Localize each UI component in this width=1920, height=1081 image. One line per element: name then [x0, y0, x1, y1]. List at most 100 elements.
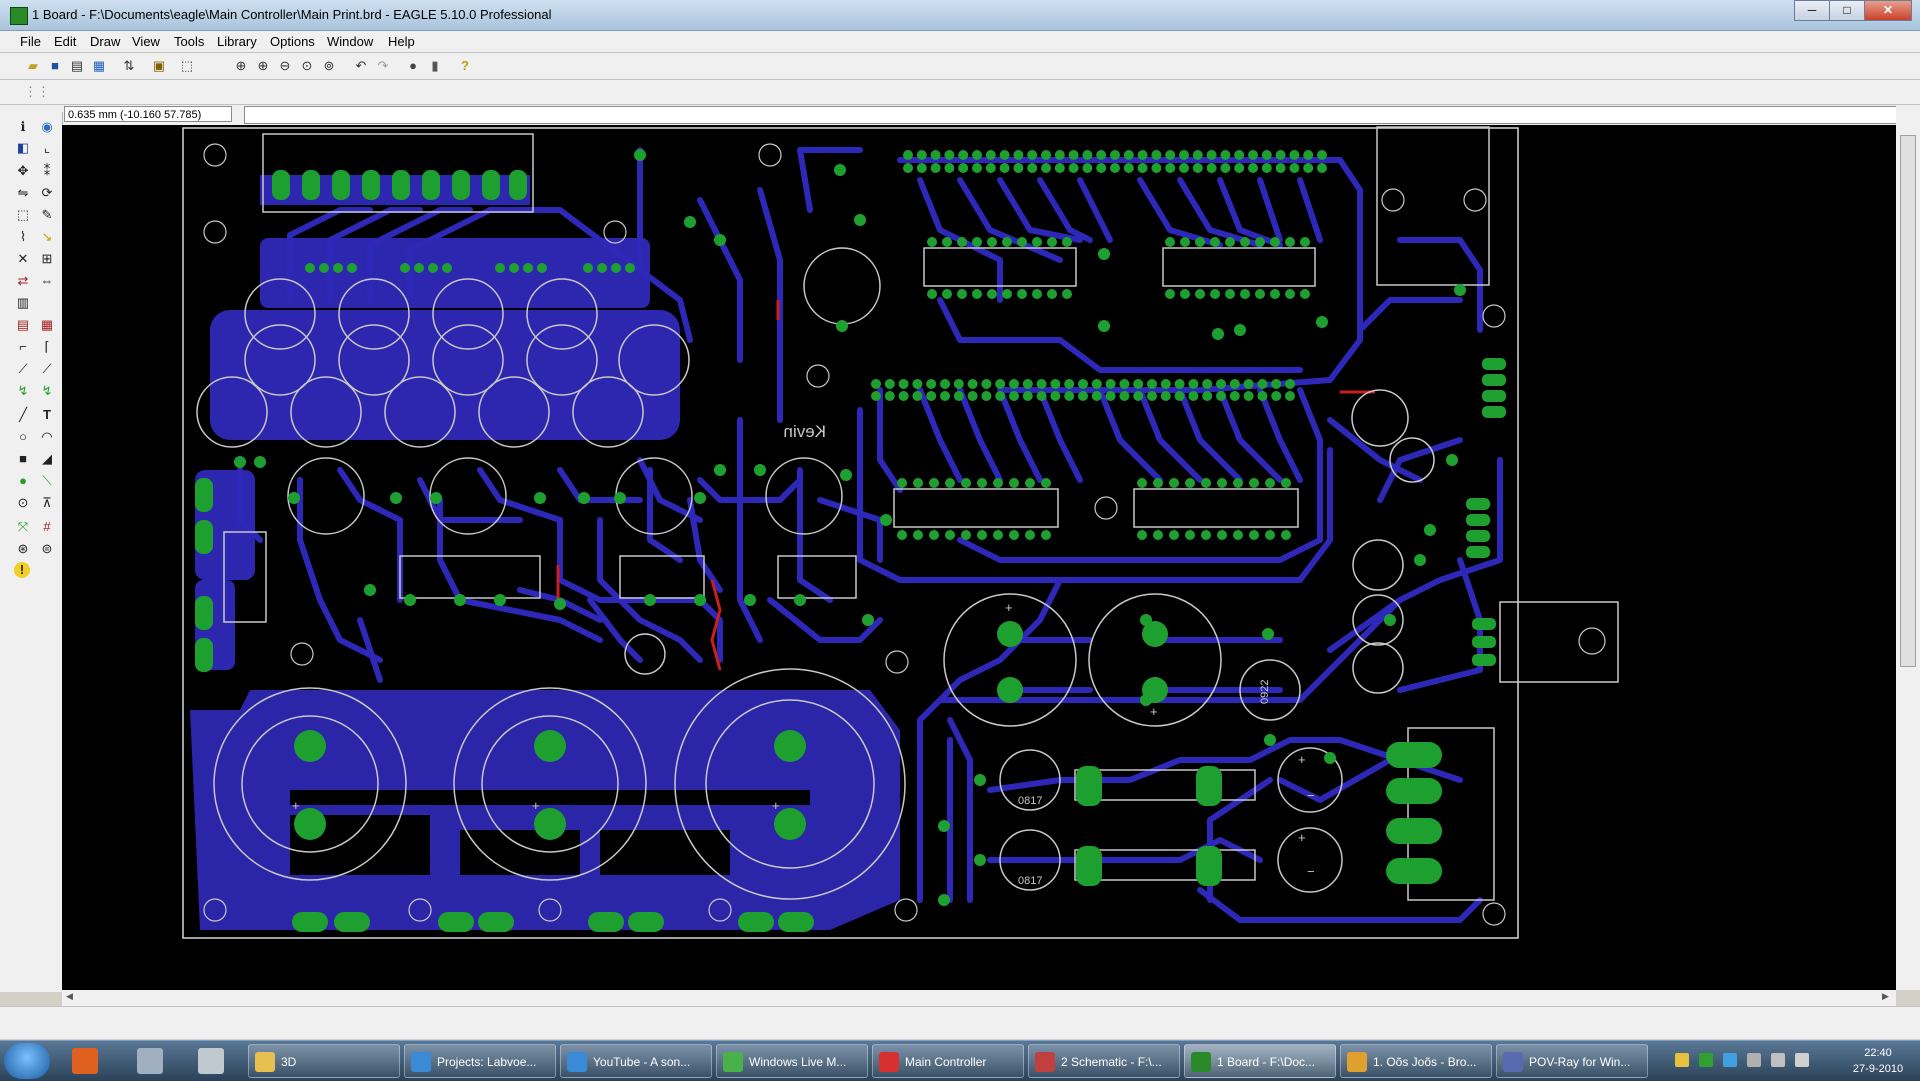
taskbar-item-schematic[interactable]: 2 Schematic - F:\...	[1028, 1044, 1180, 1078]
group-icon[interactable]: ⬚	[14, 206, 32, 224]
taskbar-item-3d[interactable]: 3D	[248, 1044, 400, 1078]
signal-icon[interactable]: ↯	[14, 382, 32, 400]
tray-usb-icon[interactable]	[1771, 1053, 1785, 1067]
go-icon[interactable]: ▮	[426, 57, 444, 75]
show-desktop-icon[interactable]	[198, 1048, 224, 1074]
show-icon[interactable]: ◉	[38, 118, 56, 136]
scroll-left-icon[interactable]: ◀	[66, 991, 73, 1002]
miter-icon[interactable]: ⌈	[38, 338, 56, 356]
taskbar-item-povray[interactable]: POV-Ray for Win...	[1496, 1044, 1648, 1078]
taskbar-item-board[interactable]: 1 Board - F:\Doc...	[1184, 1044, 1336, 1078]
menu-view[interactable]: View	[132, 34, 160, 49]
erc-icon[interactable]: ⊛	[14, 540, 32, 558]
stop-icon[interactable]: ●	[404, 57, 422, 75]
menu-options[interactable]: Options	[270, 34, 315, 49]
lock-icon[interactable]: ⇔	[38, 272, 56, 290]
menu-window[interactable]: Window	[327, 34, 373, 49]
grid-icon[interactable]: ⋮⋮	[24, 83, 50, 101]
clock[interactable]: 22:40 27-9-2010	[1843, 1045, 1913, 1077]
recycle-bin-icon[interactable]	[137, 1048, 163, 1074]
tray-volume-icon[interactable]	[1795, 1053, 1809, 1067]
ratsnest-icon[interactable]: ⤧	[14, 518, 32, 536]
zoom-in-icon[interactable]: ⊕	[254, 57, 272, 75]
command-input[interactable]	[244, 106, 1904, 124]
taskbar-item-live-messenger[interactable]: Windows Live M...	[716, 1044, 868, 1078]
value-icon[interactable]: ▦	[38, 316, 56, 334]
menu-draw[interactable]: Draw	[90, 34, 120, 49]
rect-icon[interactable]: ■	[14, 450, 32, 468]
display-icon[interactable]: ◧	[14, 139, 32, 157]
menu-tools[interactable]: Tools	[174, 34, 204, 49]
copy-icon[interactable]: ⁑	[38, 162, 56, 180]
hole-icon[interactable]: ⊙	[14, 494, 32, 512]
polygon-icon[interactable]: ◢	[38, 450, 56, 468]
paste-icon[interactable]: ⌇	[14, 228, 32, 246]
undo-icon[interactable]: ↶	[352, 57, 370, 75]
move-icon[interactable]: ✥	[14, 162, 32, 180]
minimize-button[interactable]: ─	[1794, 0, 1830, 21]
route-icon[interactable]: ⟋	[38, 360, 56, 378]
menu-library[interactable]: Library	[217, 34, 257, 49]
zoom-select-icon[interactable]: ⊚	[320, 57, 338, 75]
save-icon[interactable]: ■	[46, 57, 64, 75]
vertical-scroll-thumb[interactable]	[1900, 135, 1916, 667]
delete-icon[interactable]: ✕	[14, 250, 32, 268]
close-button[interactable]: ✕	[1864, 0, 1912, 21]
horizontal-scrollbar[interactable]: ◀ ▶	[62, 990, 1896, 1006]
maximize-button[interactable]: □	[1829, 0, 1865, 21]
tray-network-icon[interactable]	[1723, 1053, 1737, 1067]
tray-green-icon[interactable]	[1699, 1053, 1713, 1067]
taskbar-item-music[interactable]: 1. Oõs Joõs - Bro...	[1340, 1044, 1492, 1078]
change-icon[interactable]: ✎	[38, 206, 56, 224]
menu-file[interactable]: File	[20, 34, 41, 49]
vertical-scrollbar[interactable]	[1896, 105, 1920, 990]
board-canvas[interactable]: Kevin 0817 0817 0922 + + + + + + + − −	[62, 125, 1896, 990]
name-icon[interactable]: ▥	[14, 294, 32, 312]
cam-icon[interactable]: ▦	[90, 57, 108, 75]
split-icon[interactable]: ⌐	[14, 338, 32, 356]
media-player-icon[interactable]	[72, 1048, 98, 1074]
via	[974, 854, 986, 866]
signal-draw-icon[interactable]: ⟍	[38, 472, 56, 490]
add-icon[interactable]: ⊞	[38, 250, 56, 268]
info-icon[interactable]: ℹ	[14, 118, 32, 136]
script-icon[interactable]: ⇅	[120, 57, 138, 75]
wire-icon[interactable]: ╱	[14, 406, 32, 424]
zoom-out-icon[interactable]: ⊖	[276, 57, 294, 75]
print-icon[interactable]: ▤	[68, 57, 86, 75]
pad	[1091, 379, 1102, 389]
taskbar-item-projects[interactable]: Projects: Labvoe...	[404, 1044, 556, 1078]
pad	[1225, 289, 1235, 299]
taskbar-item-youtube[interactable]: YouTube - A son...	[560, 1044, 712, 1078]
mirror-icon[interactable]: ⇋	[14, 184, 32, 202]
start-button[interactable]	[4, 1043, 50, 1079]
auto-icon[interactable]: #	[38, 518, 56, 536]
tray-app-icon[interactable]	[1675, 1053, 1689, 1067]
drc-icon[interactable]: ⬚	[178, 57, 196, 75]
menu-edit[interactable]: Edit	[54, 34, 76, 49]
ulp-icon[interactable]: ▣	[150, 57, 168, 75]
ripup-icon[interactable]: ↘	[38, 228, 56, 246]
text-icon[interactable]: T	[38, 406, 56, 424]
autoroute-icon[interactable]: ↯	[38, 382, 56, 400]
open-icon[interactable]: ▰	[24, 57, 42, 75]
circle-icon[interactable]: ○	[14, 428, 32, 446]
tray-flag-icon[interactable]	[1747, 1053, 1761, 1067]
mark-icon[interactable]: ⌞	[38, 139, 56, 157]
attribute-icon[interactable]: ⊼	[38, 494, 56, 512]
rotate-icon[interactable]: ⟳	[38, 184, 56, 202]
help-icon[interactable]: ?	[456, 57, 474, 75]
zoom-fit-icon[interactable]: ⊕	[232, 57, 250, 75]
redo-icon[interactable]: ↷	[374, 57, 392, 75]
optimize-icon[interactable]: ⟋	[14, 360, 32, 378]
arc-icon[interactable]: ◠	[38, 428, 56, 446]
menu-help[interactable]: Help	[388, 34, 415, 49]
via-icon[interactable]: ●	[14, 472, 32, 490]
drc-check-icon[interactable]: ⊜	[38, 540, 56, 558]
replace-icon[interactable]: ⇄	[14, 272, 32, 290]
redraw-icon[interactable]: ⊙	[298, 57, 316, 75]
scroll-right-icon[interactable]: ▶	[1882, 991, 1889, 1002]
errors-icon[interactable]: !	[14, 562, 30, 578]
taskbar-item-main-controller[interactable]: Main Controller	[872, 1044, 1024, 1078]
smash-icon[interactable]: ▤	[14, 316, 32, 334]
